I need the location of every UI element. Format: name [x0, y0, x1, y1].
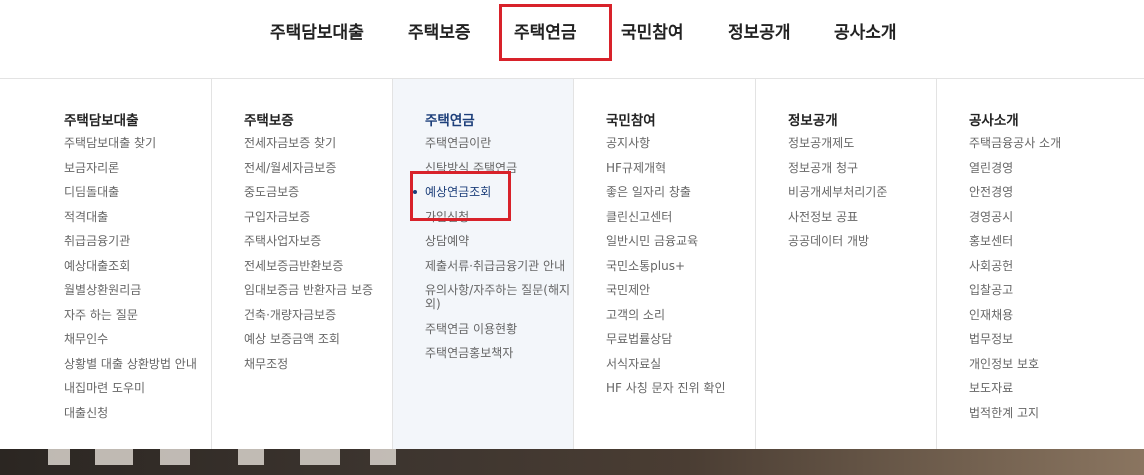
menu-item[interactable]: 채무인수: [64, 332, 214, 346]
nav-housing-guarantee[interactable]: 주택보증: [408, 18, 471, 44]
menu-item[interactable]: 보금자리론: [64, 161, 214, 175]
menu-item[interactable]: 안전경영: [969, 185, 1119, 199]
menu-column-company-introduction: 공사소개 주택금융공사 소개 열린경영 안전경영 경영공시 홍보센터 사회공헌 …: [937, 79, 1118, 449]
menu-item[interactable]: 비공개세부처리기준: [788, 185, 938, 199]
menu-column-public-participation: 국민참여 공지사항 HF규제개혁 좋은 일자리 창출 클린신고센터 일반시민 금…: [574, 79, 756, 449]
menu-item[interactable]: 주택연금이란: [425, 136, 575, 150]
menu-item[interactable]: 적격대출: [64, 210, 214, 224]
menu-list-housing-loan: 주택담보대출 찾기 보금자리론 디딤돌대출 적격대출 취급금융기관 예상대출조회…: [64, 136, 214, 430]
menu-item[interactable]: 공공데이터 개방: [788, 234, 938, 248]
menu-item[interactable]: 보도자료: [969, 381, 1119, 395]
nav-public-participation[interactable]: 국민참여: [621, 18, 684, 44]
menu-item[interactable]: 중도금보증: [244, 185, 394, 199]
hero-shape: [370, 449, 396, 465]
menu-item[interactable]: 예상대출조회: [64, 259, 214, 273]
menu-item[interactable]: 주택금융공사 소개: [969, 136, 1119, 150]
menu-item[interactable]: 구입자금보증: [244, 210, 394, 224]
menu-item[interactable]: HF 사칭 문자 진위 확인: [606, 381, 756, 395]
menu-item[interactable]: 주택사업자보증: [244, 234, 394, 248]
menu-item[interactable]: 주택연금 이용현황: [425, 322, 575, 336]
menu-item[interactable]: 국민소통plus+: [606, 259, 756, 273]
menu-item[interactable]: 일반시민 금융교육: [606, 234, 756, 248]
menu-list-housing-guarantee: 전세자금보증 찾기 전세/월세자금보증 중도금보증 구입자금보증 주택사업자보증…: [244, 136, 394, 381]
menu-item[interactable]: 인재채용: [969, 308, 1119, 322]
right-edge: [1118, 79, 1144, 449]
column-title-information-disclosure: 정보공개: [788, 113, 838, 129]
nav-housing-loan[interactable]: 주택담보대출: [270, 18, 364, 44]
menu-item[interactable]: 상황별 대출 상환방법 안내: [64, 357, 214, 371]
menu-item[interactable]: 디딤돌대출: [64, 185, 214, 199]
menu-item[interactable]: 임대보증금 반환자금 보증: [244, 283, 394, 297]
menu-item[interactable]: 고객의 소리: [606, 308, 756, 322]
column-title-housing-pension: 주택연금: [425, 113, 475, 129]
menu-item[interactable]: 유의사항/자주하는 질문(해지 외): [425, 283, 571, 311]
menu-item[interactable]: 주택연금홍보책자: [425, 346, 575, 360]
menu-item[interactable]: 홍보센터: [969, 234, 1119, 248]
menu-item[interactable]: 경영공시: [969, 210, 1119, 224]
menu-list-housing-pension: 주택연금이란 신탁방식 주택연금 예상연금조회 가입신청 상담예약 제출서류·취…: [413, 136, 575, 371]
menu-item[interactable]: 법적한계 고지: [969, 406, 1119, 420]
hero-shape: [95, 449, 133, 465]
top-navigation: 주택담보대출 주택보증 주택연금 국민참여 정보공개 공사소개: [0, 0, 1144, 79]
menu-item[interactable]: 서식자료실: [606, 357, 756, 371]
column-title-public-participation: 국민참여: [606, 113, 656, 129]
menu-item[interactable]: 무료법률상담: [606, 332, 756, 346]
menu-item[interactable]: 채무조정: [244, 357, 394, 371]
menu-item[interactable]: HF규제개혁: [606, 161, 756, 175]
menu-column-information-disclosure: 정보공개 정보공개제도 정보공개 청구 비공개세부처리기준 사전정보 공표 공공…: [756, 79, 937, 449]
menu-item[interactable]: 자주 하는 질문: [64, 308, 214, 322]
column-title-housing-guarantee: 주택보증: [244, 113, 294, 129]
menu-column-housing-pension: 주택연금 주택연금이란 신탁방식 주택연금 예상연금조회 가입신청 상담예약 제…: [393, 79, 574, 449]
menu-item[interactable]: 클린신고센터: [606, 210, 756, 224]
menu-item[interactable]: 사회공헌: [969, 259, 1119, 273]
menu-item[interactable]: 좋은 일자리 창출: [606, 185, 756, 199]
menu-item[interactable]: 사전정보 공표: [788, 210, 938, 224]
menu-item[interactable]: 신탁방식 주택연금: [425, 161, 575, 175]
hero-shape: [238, 449, 264, 465]
menu-item[interactable]: 가입신청: [425, 210, 575, 224]
menu-item[interactable]: 내집마련 도우미: [64, 381, 214, 395]
column-title-housing-loan: 주택담보대출: [64, 113, 139, 129]
nav-housing-pension[interactable]: 주택연금: [514, 18, 577, 44]
mega-menu: 주택담보대출 주택담보대출 찾기 보금자리론 디딤돌대출 적격대출 취급금융기관…: [0, 79, 1144, 449]
menu-item[interactable]: 정보공개 청구: [788, 161, 938, 175]
menu-item[interactable]: 전세보증금반환보증: [244, 259, 394, 273]
menu-item[interactable]: 입찰공고: [969, 283, 1119, 297]
menu-list-public-participation: 공지사항 HF규제개혁 좋은 일자리 창출 클린신고센터 일반시민 금융교육 국…: [606, 136, 756, 406]
menu-column-housing-loan: 주택담보대출 주택담보대출 찾기 보금자리론 디딤돌대출 적격대출 취급금융기관…: [32, 79, 212, 449]
hero-image-strip: [0, 449, 1144, 475]
menu-item[interactable]: 예상 보증금액 조회: [244, 332, 394, 346]
menu-item[interactable]: 건축·개량자금보증: [244, 308, 394, 322]
menu-item-selected[interactable]: 예상연금조회: [413, 185, 575, 199]
menu-item[interactable]: 국민제안: [606, 283, 756, 297]
menu-item[interactable]: 제출서류·취급금융기관 안내: [425, 259, 575, 273]
menu-item[interactable]: 취급금융기관: [64, 234, 214, 248]
menu-item[interactable]: 월별상환원리금: [64, 283, 214, 297]
menu-item[interactable]: 대출신청: [64, 406, 214, 420]
menu-item[interactable]: 전세자금보증 찾기: [244, 136, 394, 150]
menu-item[interactable]: 상담예약: [425, 234, 575, 248]
menu-item[interactable]: 전세/월세자금보증: [244, 161, 394, 175]
hero-shape: [300, 449, 340, 465]
hero-shape: [160, 449, 190, 465]
menu-item[interactable]: 주택담보대출 찾기: [64, 136, 214, 150]
menu-item[interactable]: 개인정보 보호: [969, 357, 1119, 371]
menu-list-company-introduction: 주택금융공사 소개 열린경영 안전경영 경영공시 홍보센터 사회공헌 입찰공고 …: [969, 136, 1119, 430]
nav-company-introduction[interactable]: 공사소개: [834, 18, 897, 44]
menu-item[interactable]: 공지사항: [606, 136, 756, 150]
column-title-company-introduction: 공사소개: [969, 113, 1019, 129]
hero-shape: [48, 449, 70, 465]
menu-list-information-disclosure: 정보공개제도 정보공개 청구 비공개세부처리기준 사전정보 공표 공공데이터 개…: [788, 136, 938, 259]
nav-information-disclosure[interactable]: 정보공개: [728, 18, 791, 44]
menu-item[interactable]: 열린경영: [969, 161, 1119, 175]
menu-item[interactable]: 정보공개제도: [788, 136, 938, 150]
menu-column-housing-guarantee: 주택보증 전세자금보증 찾기 전세/월세자금보증 중도금보증 구입자금보증 주택…: [212, 79, 393, 449]
menu-item[interactable]: 법무정보: [969, 332, 1119, 346]
